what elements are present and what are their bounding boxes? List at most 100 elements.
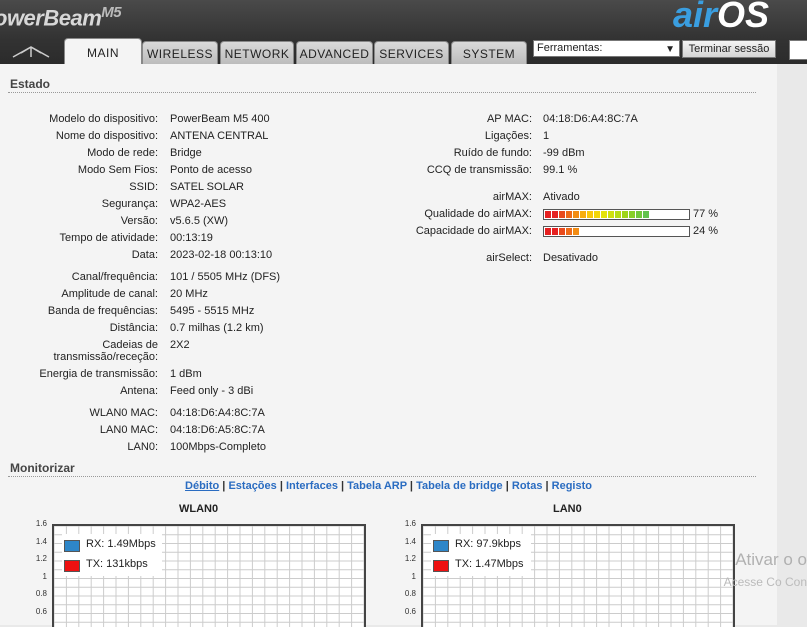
- status-label: transmissão/receção:: [53, 351, 158, 363]
- meter-segment: [636, 211, 642, 218]
- tab-main[interactable]: MAIN: [64, 38, 142, 65]
- status-row: Antena: Feed only - 3 dBi: [0, 384, 400, 398]
- tab-system[interactable]: SYSTEM: [451, 41, 527, 64]
- status-row: Ligações: 1: [380, 129, 770, 143]
- y-tick-label: 1.4: [404, 536, 416, 546]
- status-label: CCQ de transmissão:: [426, 164, 532, 176]
- main-tabs: MAIN WIRELESS NETWORK ADVANCED SERVICES …: [0, 38, 530, 65]
- chevron-down-icon: ▼: [665, 44, 675, 55]
- status-label: Energia de transmissão:: [39, 368, 158, 380]
- status-label: Ruído de fundo:: [453, 147, 532, 159]
- signal-meter: [543, 209, 690, 220]
- status-row: Banda de frequências: 5495 - 5515 MHz: [0, 304, 400, 318]
- status-value: 77 %: [693, 208, 719, 220]
- status-value: 1 dBm: [170, 368, 202, 380]
- activation-watermark-sub: Acesse Co Con: [723, 575, 807, 589]
- y-tick-label: 1.2: [404, 554, 416, 563]
- status-label: Segurança:: [101, 198, 158, 210]
- meter-segment: [615, 211, 621, 218]
- status-value: 1: [543, 130, 550, 142]
- status-label: Banda de frequências:: [47, 305, 158, 317]
- status-label: airSelect:: [486, 252, 532, 264]
- legend-label: RX: 97.9kbps: [455, 538, 522, 550]
- status-value: ANTENA CENTRAL: [170, 130, 269, 142]
- ubiquiti-logo-icon[interactable]: [0, 40, 62, 64]
- meter-segment: [643, 211, 649, 218]
- status-row: Ruído de fundo: -99 dBm: [380, 146, 770, 160]
- status-value: PowerBeam M5 400: [170, 113, 270, 125]
- status-label: Amplitude de canal:: [61, 288, 158, 300]
- status-row: Amplitude de canal: 20 MHz: [0, 287, 400, 301]
- meter-segment: [566, 211, 572, 218]
- chart-plot-area: RX: 97.9kbps TX: 1.47Mbps: [421, 524, 735, 627]
- status-row: Data: 2023-02-18 00:13:10: [0, 248, 400, 262]
- meter-segment: [601, 211, 607, 218]
- meter-segment: [559, 228, 565, 235]
- status-row: Modelo do dispositivo: PowerBeam M5 400: [0, 112, 400, 126]
- status-label: Distância:: [109, 322, 158, 334]
- tools-select[interactable]: Ferramentas: ▼: [533, 40, 680, 57]
- meter-segment: [545, 211, 551, 218]
- link-rotas[interactable]: Rotas: [512, 480, 543, 492]
- status-row: Modo de rede: Bridge: [0, 146, 400, 160]
- y-tick-label: 1: [42, 571, 47, 581]
- legend-swatch: [64, 540, 80, 552]
- link-estacoes[interactable]: Estações: [228, 480, 276, 492]
- legend-swatch: [64, 560, 80, 572]
- status-value: 101 / 5505 MHz (DFS): [170, 271, 281, 283]
- chart-legend: RX: 1.49Mbps TX: 131kbps: [62, 534, 162, 576]
- status-value: Ponto de acesso: [170, 164, 252, 176]
- status-row: Modo Sem Fios: Ponto de acesso: [0, 163, 400, 177]
- link-tabela-arp[interactable]: Tabela ARP: [347, 480, 407, 492]
- link-tabela-bridge[interactable]: Tabela de bridge: [416, 480, 503, 492]
- status-row: LAN0: 100Mbps-Completo: [0, 440, 400, 454]
- status-row: Capacidade do airMAX: 24 %: [380, 224, 770, 238]
- status-value: 04:18:D6:A5:8C:7A: [170, 424, 265, 436]
- extra-control[interactable]: [789, 40, 807, 60]
- status-value: Feed only - 3 dBi: [170, 385, 254, 397]
- y-tick-label: 0.6: [404, 606, 416, 616]
- status-value: 99.1 %: [543, 164, 578, 176]
- link-debito[interactable]: Débito: [185, 480, 219, 492]
- status-label: Nome do dispositivo:: [55, 130, 158, 142]
- main-content: Estado Modelo do dispositivo: PowerBeam M…: [0, 64, 777, 627]
- link-registo[interactable]: Registo: [552, 480, 592, 492]
- tab-services[interactable]: SERVICES: [374, 41, 449, 64]
- logout-button[interactable]: Terminar sessão: [682, 40, 776, 58]
- legend-swatch: [433, 560, 449, 572]
- y-tick-label: 0.8: [404, 589, 416, 598]
- meter-segment: [608, 211, 614, 218]
- status-row: Nome do dispositivo: ANTENA CENTRAL: [0, 129, 400, 143]
- legend-label: TX: 1.47Mbps: [455, 558, 524, 570]
- link-interfaces[interactable]: Interfaces: [286, 480, 338, 492]
- chart-plot-area: RX: 1.49Mbps TX: 131kbps: [52, 524, 366, 627]
- status-label: Data:: [131, 249, 158, 261]
- tab-advanced[interactable]: ADVANCED: [296, 41, 373, 64]
- monitor-links: Débito | Estações | Interfaces | Tabela …: [185, 480, 592, 492]
- status-value: Desativado: [543, 252, 599, 264]
- airos-logo: airOS: [672, 0, 769, 35]
- status-label: Capacidade do airMAX:: [415, 225, 532, 237]
- status-label: Tempo de atividade:: [59, 232, 158, 244]
- status-value: Ativado: [543, 191, 580, 203]
- status-value: 2023-02-18 00:13:10: [170, 249, 273, 261]
- status-value: v5.6.5 (XW): [170, 215, 229, 227]
- meter-segment: [594, 211, 600, 218]
- status-section-title: Estado: [10, 77, 51, 91]
- meter-segment: [587, 211, 593, 218]
- tab-wireless[interactable]: WIRELESS: [142, 41, 218, 64]
- status-row: Distância: 0.7 milhas (1.2 km): [0, 321, 400, 335]
- legend-label: RX: 1.49Mbps: [86, 538, 156, 550]
- meter-segment: [573, 211, 579, 218]
- chart-title-lan0: LAN0: [553, 503, 582, 515]
- status-row: Tempo de atividade: 00:13:19: [0, 231, 400, 245]
- y-tick-label: 1.2: [35, 554, 47, 563]
- status-value: WPA2-AES: [170, 198, 227, 210]
- meter-segment: [552, 211, 558, 218]
- status-label: WLAN0 MAC:: [89, 407, 158, 419]
- status-label: Qualidade do airMAX:: [424, 208, 532, 220]
- status-label: Modo Sem Fios:: [77, 164, 158, 176]
- tab-network[interactable]: NETWORK: [220, 41, 294, 64]
- meter-segment: [552, 228, 558, 235]
- status-row: Cadeias de transmissão/receção: 2X2: [0, 338, 400, 363]
